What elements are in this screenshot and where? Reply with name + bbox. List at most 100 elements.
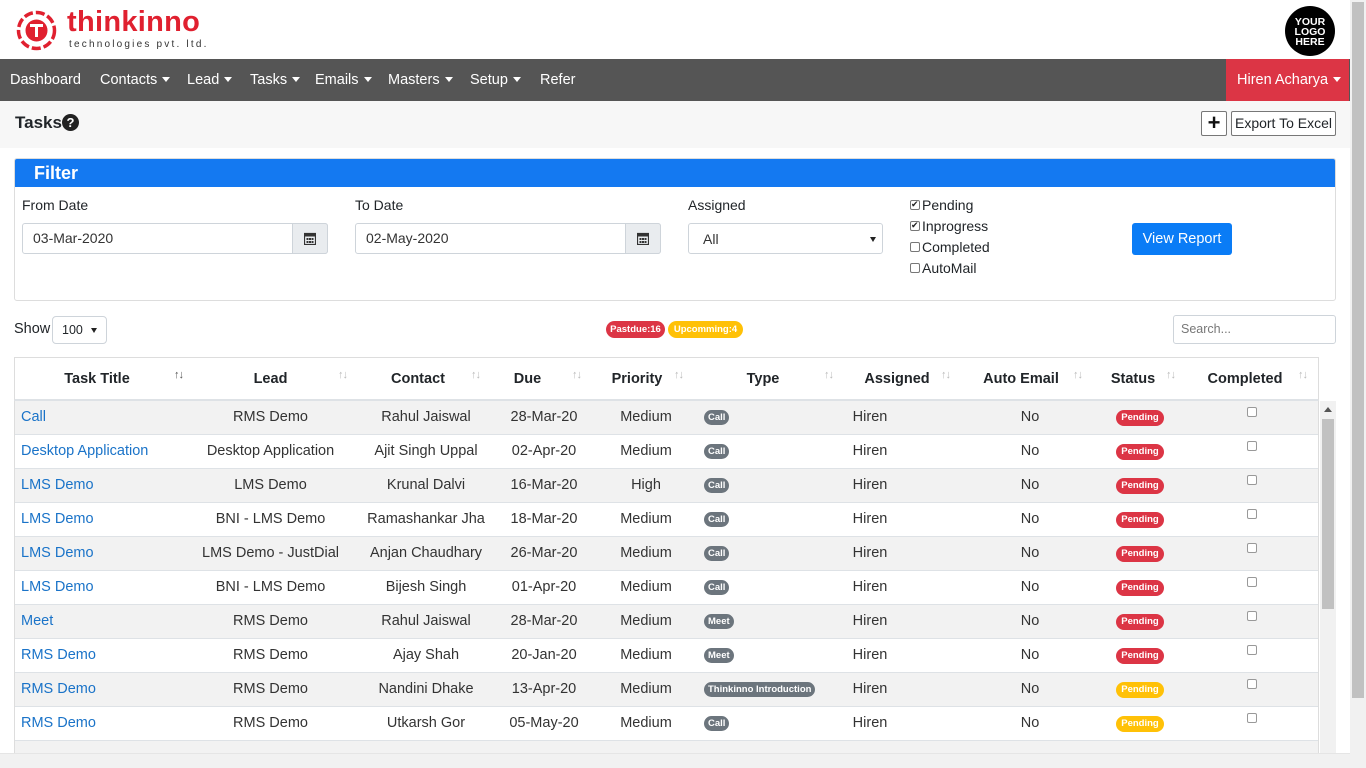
cell-status: Pending (1105, 401, 1175, 434)
nav-dashboard[interactable]: Dashboard (10, 59, 81, 101)
completed-checkbox[interactable] (1247, 713, 1257, 723)
upcoming-badge[interactable]: Upcomming:4 (668, 321, 743, 338)
nav-refer[interactable]: Refer (540, 59, 575, 101)
completed-checkbox[interactable] (1247, 679, 1257, 689)
checkbox-icon[interactable] (910, 263, 920, 273)
table-scroll-thumb[interactable] (1322, 419, 1334, 609)
task-title-link[interactable]: LMS Demo (21, 469, 94, 502)
completed-checkbox[interactable] (1247, 645, 1257, 655)
col-completed[interactable]: Completed (1189, 358, 1301, 400)
task-title-link[interactable]: RMS Demo (21, 639, 96, 672)
pastdue-badge[interactable]: Pastdue:16 (606, 321, 665, 338)
table-row[interactable]: RMS Demo RMS Demo Utkarsh Gor 05-May-20 Medi… (15, 707, 1318, 741)
task-title-link[interactable]: RMS Demo (21, 707, 96, 740)
sort-icon[interactable]: ↑↓ (674, 369, 684, 381)
checkbox-icon[interactable] (910, 219, 920, 231)
page: thinkinno technologies pvt. ltd. YOUR LO… (0, 0, 1366, 768)
scroll-up-icon[interactable] (1324, 407, 1332, 412)
calendar-icon[interactable] (292, 223, 328, 254)
nav-emails[interactable]: Emails (315, 59, 372, 101)
cell-type: Call (704, 503, 730, 536)
table-scrollbar[interactable] (1320, 401, 1336, 753)
nav-contacts[interactable]: Contacts (100, 59, 171, 101)
page-scrollbar[interactable] (1350, 0, 1366, 768)
view-report-button[interactable]: View Report (1132, 223, 1232, 255)
table-row[interactable]: LMS Demo BNI - LMS Demo Bijesh Singh 01-Apr… (15, 571, 1318, 605)
completed-checkbox[interactable] (1247, 543, 1257, 553)
table-row[interactable]: LMS Demo BNI - LMS Demo Ramashankar Jha 18-… (15, 503, 1318, 537)
user-menu[interactable]: Hiren Acharya (1226, 59, 1349, 101)
cell-auto-email: No (1020, 647, 1040, 663)
task-title-link[interactable]: LMS Demo (21, 537, 94, 570)
automail-checkbox[interactable]: AutoMail (910, 260, 976, 276)
cell-lead: RMS Demo (233, 647, 308, 663)
col-priority[interactable]: Priority (593, 358, 681, 400)
pending-checkbox[interactable]: Pending (910, 197, 973, 213)
brand-name: thinkinno (67, 6, 201, 38)
task-title-link[interactable]: LMS Demo (21, 571, 94, 604)
export-excel-button[interactable]: Export To Excel (1231, 111, 1336, 136)
checkbox-icon[interactable] (910, 198, 920, 210)
nav-masters[interactable]: Masters (388, 59, 453, 101)
completed-checkbox[interactable] (1247, 577, 1257, 587)
col-due[interactable]: Due (484, 358, 571, 400)
sort-icon[interactable]: ↑↓ (471, 369, 481, 381)
completed-checkbox[interactable] (1247, 407, 1257, 417)
sort-icon[interactable]: ↑↓ (1073, 369, 1083, 381)
table-row[interactable]: Call RMS Demo Rahul Jaiswal 28-Mar-20 Medium… (15, 401, 1318, 435)
inprogress-checkbox[interactable]: Inprogress (910, 218, 988, 234)
completed-checkbox[interactable]: Completed (910, 239, 990, 255)
task-title-link[interactable]: Desktop Application (21, 435, 148, 468)
cell-contact: Krunal Dalvi (386, 477, 466, 493)
col-type[interactable]: Type (695, 358, 831, 400)
sort-icon[interactable]: ↑↓ (1166, 369, 1176, 381)
caret-down-icon (444, 77, 453, 82)
horizontal-scrollbar[interactable] (0, 753, 1350, 768)
task-title-link[interactable]: RMS Demo (21, 673, 96, 706)
completed-checkbox[interactable] (1247, 611, 1257, 621)
sort-icon[interactable]: ↑↓ (1298, 369, 1308, 381)
sort-icon[interactable]: ↑↓ (572, 369, 582, 381)
cell-type: Call (704, 537, 730, 570)
table-row[interactable]: RMS Demo RMS Demo Nandini Dhake 13-Apr-20 Me… (15, 673, 1318, 707)
search-input[interactable]: Search... (1173, 315, 1336, 344)
cell-auto-email: No (1020, 545, 1040, 561)
nav-setup[interactable]: Setup (470, 59, 521, 101)
table-row[interactable]: Desktop Application Desktop Application Aj… (15, 435, 1318, 469)
page-scroll-thumb[interactable] (1352, 2, 1364, 698)
col-assigned[interactable]: Assigned (849, 358, 945, 400)
table-row[interactable]: LMS Demo LMS Demo Krunal Dalvi 16-Mar-20 Hig… (15, 469, 1318, 503)
sort-icon[interactable]: ↑↓ (338, 369, 348, 381)
col-auto-email[interactable]: Auto Email (959, 358, 1083, 400)
from-date-input[interactable]: 03-Mar-2020 (22, 223, 328, 254)
cell-type: Call (704, 469, 730, 502)
col-lead[interactable]: Lead (189, 358, 352, 400)
task-title-link[interactable]: LMS Demo (21, 503, 94, 536)
page-length-select[interactable]: 100 (52, 316, 107, 344)
calendar-icon[interactable] (625, 223, 661, 254)
completed-checkbox[interactable] (1247, 509, 1257, 519)
task-title-link[interactable]: Call (21, 401, 46, 434)
sort-icon[interactable]: ↑↓ (174, 369, 184, 381)
table-row[interactable]: RMS Demo RMS Demo Ajay Shah 20-Jan-20 Medium… (15, 639, 1318, 673)
table-row[interactable]: LMS Demo LMS Demo - JustDial Anjan Chaudha… (15, 537, 1318, 571)
table-row[interactable]: Meet RMS Demo Rahul Jaiswal 28-Mar-20 Medium… (15, 605, 1318, 639)
checkbox-icon[interactable] (910, 242, 920, 252)
sort-icon[interactable]: ↑↓ (941, 369, 951, 381)
col-status[interactable]: Status (1093, 358, 1173, 400)
nav-lead[interactable]: Lead (187, 59, 233, 101)
col-contact[interactable]: Contact (352, 358, 484, 400)
nav-tasks[interactable]: Tasks (250, 59, 301, 101)
completed-checkbox[interactable] (1247, 475, 1257, 485)
help-icon[interactable]: ? (62, 114, 79, 131)
completed-checkbox[interactable] (1247, 441, 1257, 451)
status-badge: Pending (1116, 546, 1164, 562)
cell-status: Pending (1105, 435, 1175, 468)
type-badge: Call (704, 512, 730, 527)
col-task-title[interactable]: Task Title (15, 358, 179, 400)
assigned-select[interactable]: All (688, 223, 883, 254)
task-title-link[interactable]: Meet (21, 605, 53, 638)
sort-icon[interactable]: ↑↓ (824, 369, 834, 381)
to-date-input[interactable]: 02-May-2020 (355, 223, 661, 254)
add-task-button[interactable]: + (1201, 111, 1227, 136)
